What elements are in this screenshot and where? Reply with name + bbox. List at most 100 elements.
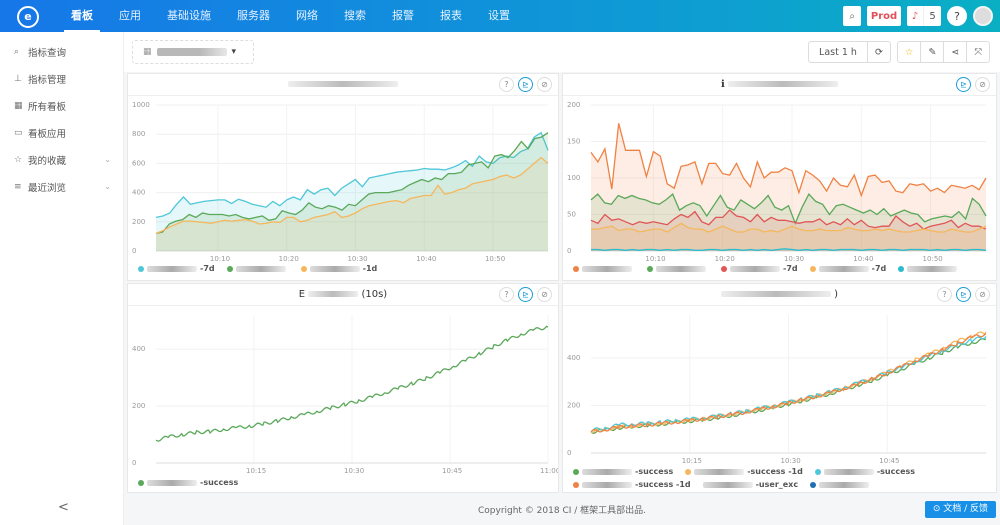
sidebar-item-favorites[interactable]: ☆ 我的收藏 ⌄ (0, 146, 123, 173)
help-button[interactable]: ? (947, 6, 967, 26)
nav-item-dashboard[interactable]: 看板 (58, 0, 106, 32)
nav-item-search[interactable]: 搜索 (331, 0, 379, 32)
legend-dot (226, 265, 233, 272)
x-tick-label: 10:50 (923, 255, 943, 263)
star-icon: ☆ (14, 154, 23, 165)
sidebar-item-dashboard-apps[interactable]: ▭ 看板应用 (0, 119, 123, 146)
nav-item-alerts[interactable]: 报警 (379, 0, 427, 32)
nav-item-apps[interactable]: 应用 (106, 0, 154, 32)
bell-icon: ♪ (907, 6, 924, 26)
nav-item-settings[interactable]: 设置 (475, 0, 523, 32)
app-logo[interactable]: e (17, 6, 39, 28)
top-right-actions: ⌕ Prod ♪ 5 ? (843, 6, 993, 26)
panel-title (128, 74, 558, 96)
refresh-icon[interactable]: ⟳ (868, 42, 890, 62)
sidebar-item-all-dashboards[interactable]: ▦ 所有看板 (0, 92, 123, 119)
panel-1: ? ⊵ ⊘ 0 200 400 600 800 1000 10:10 10:20 10:30 10:4… (127, 73, 559, 281)
x-tick-label: 10:45 (879, 457, 899, 465)
panel-4: ) ? ⊵ ⊘ 0 200 400 10:15 10:30 10:45 -success -su… (562, 283, 997, 493)
legend-dot (721, 265, 727, 272)
feedback-button[interactable]: ⊙ 文档 / 反馈 (924, 501, 996, 518)
legend-item[interactable] (226, 264, 289, 273)
y-tick-label: 400 (567, 354, 580, 362)
chart-type-icon[interactable]: ⊵ (518, 287, 533, 302)
sidebar-item-label: 我的收藏 (28, 155, 67, 167)
y-tick-label: 200 (132, 402, 145, 410)
legend-item[interactable]: -success -1d (685, 467, 803, 476)
env-button[interactable]: Prod (867, 6, 901, 26)
time-range-group: Last 1 h ⟳ (808, 41, 891, 63)
main-content: ▦ ▾ Last 1 h ⟳ ☆ ✎ ⋖ ⤧ ? ⊵ ⊘ 0 200 400 600 800… (124, 32, 1000, 525)
sidebar-item-label: 最近浏览 (28, 182, 67, 194)
help-icon[interactable]: ? (499, 77, 514, 92)
chart-type-icon[interactable]: ⊵ (956, 77, 971, 92)
sidebar-item-metric-manage[interactable]: ⊥ 指标管理 (0, 65, 123, 92)
legend-dot (685, 468, 692, 475)
link-icon[interactable]: ⊘ (975, 77, 990, 92)
sidebar-item-metric-query[interactable]: ⌕ 指标查询 (0, 38, 123, 65)
legend-dot (573, 481, 579, 488)
legend-name-redacted (147, 265, 197, 272)
link-icon[interactable]: ⊘ (537, 77, 552, 92)
notifications-button[interactable]: ♪ 5 (907, 6, 941, 26)
legend-item[interactable]: -user_exc (702, 480, 799, 489)
legend-item[interactable]: -success (573, 467, 673, 476)
dashboard-selector[interactable]: ▦ ▾ (132, 40, 254, 64)
legend-item[interactable]: -1d (300, 264, 377, 273)
help-icon[interactable]: ? (499, 287, 514, 302)
legend-item[interactable]: -success -1d (573, 480, 691, 489)
legend-dot (647, 265, 653, 272)
nav-item-reports[interactable]: 报表 (427, 0, 475, 32)
x-tick-label: 10:30 (344, 467, 364, 475)
nav-item-network[interactable]: 网络 (283, 0, 331, 32)
collapse-sidebar-button[interactable]: < (58, 500, 69, 515)
legend-item[interactable] (810, 480, 872, 489)
x-tick-label: 10:40 (853, 255, 873, 263)
link-icon[interactable]: ⊘ (537, 287, 552, 302)
sidebar-item-label: 指标查询 (28, 47, 67, 59)
panel-title: ℹ (563, 74, 996, 96)
x-tick-label: 10:30 (784, 255, 804, 263)
time-range-button[interactable]: Last 1 h (809, 42, 868, 62)
chart-type-icon[interactable]: ⊵ (518, 77, 533, 92)
footer: Copyright © 2018 CI / 框架工具部出品. (477, 506, 647, 516)
legend-item[interactable] (573, 264, 635, 273)
sidebar-item-label: 看板应用 (28, 128, 67, 140)
legend-name-redacted (582, 265, 632, 272)
avatar[interactable] (973, 6, 993, 26)
y-tick-label: 0 (567, 247, 571, 255)
nav-item-servers[interactable]: 服务器 (224, 0, 283, 32)
y-tick-label: 400 (132, 189, 145, 197)
legend-item[interactable]: -7d (809, 264, 886, 273)
help-icon[interactable]: ? (937, 287, 952, 302)
share-icon[interactable]: ⋖ (944, 42, 968, 62)
y-tick-label: 400 (132, 345, 145, 353)
legend-dot (810, 481, 817, 488)
legend-name-redacted (818, 265, 869, 272)
search-button[interactable]: ⌕ (843, 6, 861, 26)
x-tick-label: 10:50 (485, 255, 505, 263)
panel-title: ) (563, 284, 996, 306)
legend: -success -success -1d -success -success -1d… (573, 467, 993, 489)
x-tick-label: 10:10 (210, 255, 230, 263)
legend-item[interactable]: -success (138, 478, 238, 487)
monitor-icon: ▭ (14, 127, 23, 138)
fullscreen-icon[interactable]: ⤧ (967, 42, 989, 62)
link-icon[interactable]: ⊘ (975, 287, 990, 302)
chart-3: 0 200 400 10:15 10:30 10:45 11:00 (132, 315, 558, 475)
legend-item[interactable] (647, 264, 709, 273)
legend-item[interactable]: -7d (721, 264, 798, 273)
dashboard-name (156, 48, 227, 56)
legend-label: -user_exc (755, 480, 799, 489)
edit-icon[interactable]: ✎ (921, 42, 945, 62)
nav-item-infrastructure[interactable]: 基础设施 (154, 0, 224, 32)
legend-item[interactable]: -success (814, 467, 915, 476)
sidebar-item-recent[interactable]: ≡ 最近浏览 ⌄ (0, 173, 123, 200)
chart-type-icon[interactable]: ⊵ (956, 287, 971, 302)
y-tick-label: 200 (132, 218, 145, 226)
legend-label: -success (200, 478, 239, 487)
dashboard-actions-group: ☆ ✎ ⋖ ⤧ (896, 41, 990, 63)
legend-item[interactable]: -7d (138, 264, 215, 273)
legend-item[interactable] (898, 264, 960, 273)
star-icon[interactable]: ☆ (898, 42, 922, 62)
